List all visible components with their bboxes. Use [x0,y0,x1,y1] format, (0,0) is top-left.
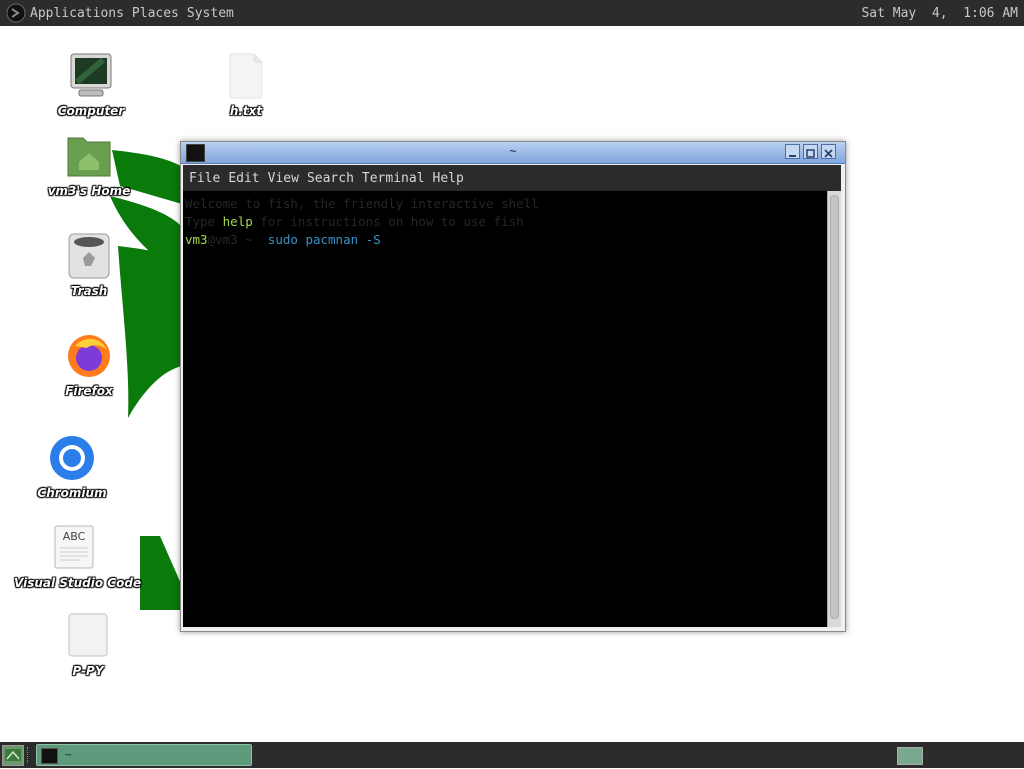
panel-separator [27,747,30,763]
prompt-host: @vm3 ~ [207,232,261,247]
desktop-icon-chromium[interactable]: Chromium [12,434,132,500]
menu-file[interactable]: File [189,171,220,186]
taskbar-label: ~ [65,748,72,761]
terminal-icon [41,748,58,764]
terminal-menubar: File Edit View Search Terminal Help [183,165,841,191]
top-panel: Applications Places System Sat May 4, 1:… [0,0,1024,26]
desktop-icon-label: h.txt [229,104,263,118]
command-sudo: sudo [267,232,298,247]
close-button[interactable] [821,144,836,159]
desktop-icon-label: Computer [57,104,125,118]
menu-terminal[interactable]: Terminal [362,171,425,186]
menu-help[interactable]: Help [433,171,464,186]
menu-search[interactable]: Search [307,171,354,186]
desktop-icon-label: Trash [70,284,108,298]
desktop-icon-label: vm3's Home [47,184,131,198]
help-suffix: for instructions on how to use fish [252,214,524,229]
workspace-switcher[interactable] [897,747,923,765]
desktop-icon-label: Visual Studio Code [14,576,142,590]
maximize-button[interactable] [803,144,818,159]
home-folder-icon [65,132,113,180]
desktop-icon-label: P-PY [72,664,104,678]
terminal-window[interactable]: ~ File Edit View Search Terminal Help We… [180,141,846,632]
desktop-icon-label: Chromium [37,486,107,500]
desktop-icon-home[interactable]: vm3's Home [29,132,149,198]
prompt-user: vm3 [185,232,208,247]
distro-logo-icon[interactable] [6,3,26,23]
trash-icon [65,232,113,280]
command-args: pacmnan -S [305,232,381,247]
window-title: ~ [509,144,517,158]
welcome-line: Welcome to fish, the friendly interactiv… [185,196,539,211]
taskbar-terminal-button[interactable]: ~ [36,744,252,766]
desktop-icon-computer[interactable]: Computer [31,52,151,118]
desktop-icon-firefox[interactable]: Firefox [29,332,149,398]
maximize-icon [806,149,815,158]
menu-system[interactable]: System [187,6,234,21]
help-keyword: help [222,214,253,229]
desktop-icon-label: Firefox [65,384,113,398]
clock[interactable]: Sat May 4, 1:06 AM [861,6,1018,21]
desktop-icon-p-py[interactable]: P-PY [28,612,148,678]
minimize-icon [789,155,796,157]
text-file-icon [222,52,270,100]
terminal-output[interactable]: Welcome to fish, the friendly interactiv… [183,191,827,627]
terminal-scrollbar[interactable] [827,191,841,627]
prompt-line[interactable]: vm3@vm3 ~ sudo pacmnan -S [185,231,827,249]
desktop-icon-vscode[interactable]: ABC Visual Studio Code [14,524,142,590]
menu-places[interactable]: Places [132,6,179,21]
menu-applications[interactable]: Applications [30,6,124,21]
show-desktop-button[interactable] [2,745,24,766]
menu-edit[interactable]: Edit [228,171,259,186]
bottom-panel: ~ [0,742,1024,768]
blank-file-icon [64,612,112,660]
minimize-button[interactable] [785,144,800,159]
document-abc-icon: ABC [50,524,98,572]
close-icon [824,149,833,158]
firefox-icon [65,332,113,380]
abc-text: ABC [63,530,86,543]
window-titlebar[interactable]: ~ [181,142,845,164]
help-prefix: Type [185,214,223,229]
scrollbar-thumb[interactable] [830,195,839,619]
computer-icon [67,52,115,100]
help-line: Type help for instructions on how to use… [185,213,827,231]
desktop-icon-trash[interactable]: Trash [29,232,149,298]
show-desktop-icon [5,749,21,761]
menu-view[interactable]: View [268,171,299,186]
chromium-icon [48,434,96,482]
desktop-icon-h-txt[interactable]: h.txt [186,52,306,118]
